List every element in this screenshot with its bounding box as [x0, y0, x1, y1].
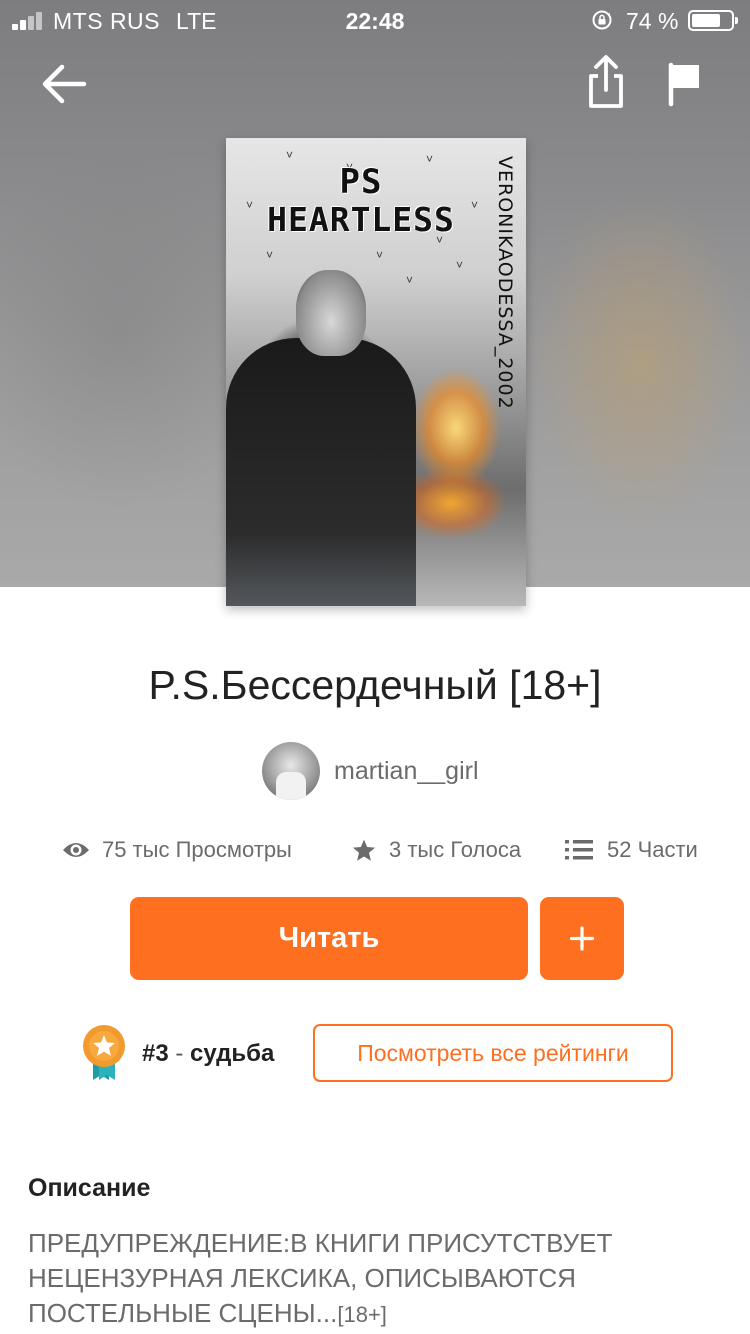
author-name[interactable]: martian__girl — [334, 757, 479, 786]
cover-title-line2: HEARTLESS — [267, 200, 455, 239]
plus-icon — [569, 926, 595, 951]
list-icon — [565, 840, 593, 860]
description-text: ПРЕДУПРЕЖДЕНИЕ:В КНИГИ ПРИСУТСТВУЕТ НЕЦЕ… — [28, 1226, 718, 1332]
cover-figure-head — [296, 270, 366, 356]
flag-icon — [668, 62, 699, 107]
read-button[interactable]: Читать — [130, 897, 528, 980]
story-stats: 75 тыс Просмотры 3 тыс Голоса 52 Части — [0, 830, 750, 870]
ranking-badge: #3 - судьба — [80, 1024, 340, 1086]
author-link[interactable]: martian__girl — [262, 742, 479, 800]
eye-icon — [63, 843, 89, 857]
stat-views: 75 тыс Просмотры — [62, 830, 292, 870]
battery-icon — [688, 10, 738, 31]
view-all-ratings-button[interactable]: Посмотреть все рейтинги — [313, 1024, 673, 1082]
share-icon — [589, 55, 623, 108]
medal-icon — [83, 1025, 125, 1080]
rank-label: #3 - судьба — [142, 1040, 274, 1068]
status-bar: MTS RUS LTE 22:48 74 % — [0, 0, 750, 40]
description-body: ПРЕДУПРЕЖДЕНИЕ:В КНИГИ ПРИСУТСТВУЕТ НЕЦЕ… — [28, 1228, 613, 1328]
views-count: 75 тыс Просмотры — [102, 837, 292, 862]
back-button[interactable] — [38, 60, 90, 108]
star-icon — [352, 839, 376, 861]
rank-separator: - — [175, 1040, 184, 1067]
cover-author-credit: VERONIKAODESSA_2002 — [494, 156, 516, 410]
battery-percent: 74 % — [626, 8, 679, 34]
parts-count: 52 Части — [607, 837, 698, 862]
cover-title-line1: PS — [339, 162, 383, 202]
rank-number: #3 — [142, 1040, 169, 1067]
arrow-left-icon — [42, 64, 87, 104]
book-title: P.S.Бессердечный [18+] — [148, 662, 602, 708]
description-more[interactable]: [18+] — [337, 1302, 387, 1327]
stat-votes: 3 тыс Голоса — [351, 830, 521, 870]
share-button[interactable] — [583, 54, 629, 112]
stat-parts: 52 Части — [565, 830, 698, 870]
cover-figure — [226, 338, 416, 606]
rank-tag: судьба — [190, 1040, 275, 1067]
book-cover[interactable]: ˅ ˅ ˅ ˅ ˅ ˅ ˅ ˅ ˅ ˅ PS HEARTLESS VERONIK… — [226, 138, 526, 606]
report-button[interactable] — [665, 60, 705, 108]
add-to-library-button[interactable] — [540, 897, 624, 980]
votes-count: 3 тыс Голоса — [389, 837, 522, 862]
description-heading: Описание — [28, 1174, 151, 1202]
author-avatar[interactable] — [262, 742, 320, 800]
rotation-lock-icon — [592, 10, 612, 30]
